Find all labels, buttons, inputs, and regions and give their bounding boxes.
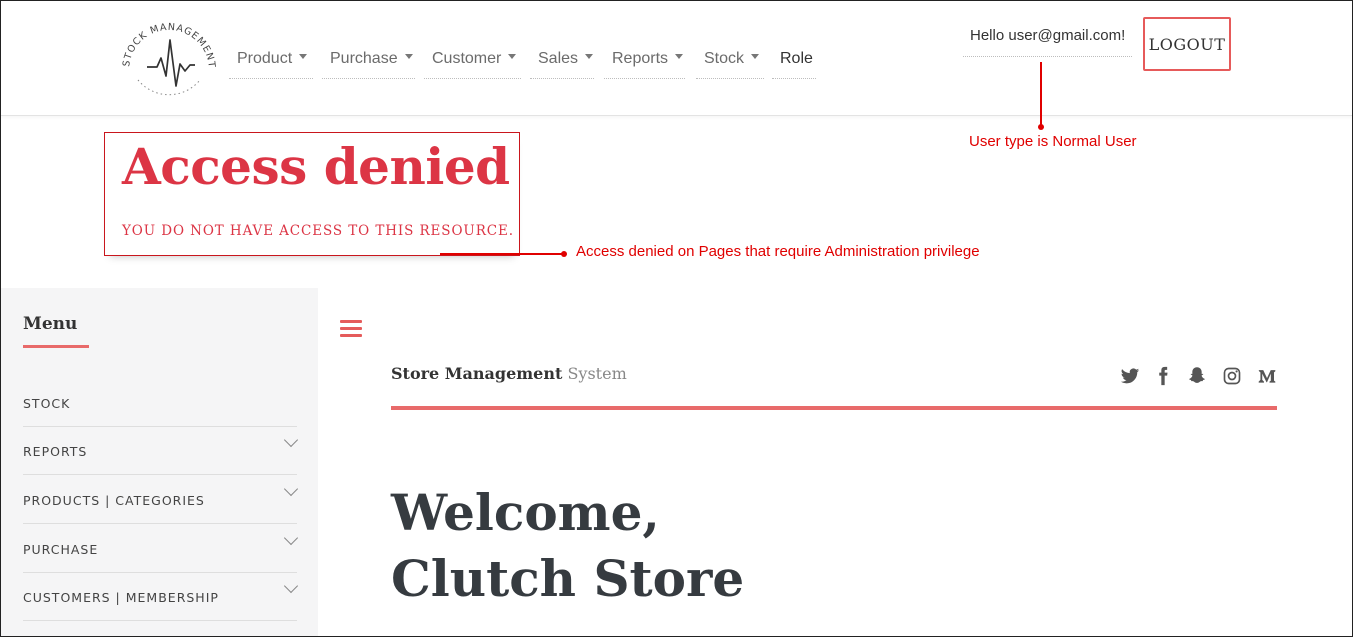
sidebar-item-stock[interactable]: STOCK (23, 379, 297, 427)
svg-text:STOCK MANAGEMENT SYSTEM: STOCK MANAGEMENT SYSTEM (116, 8, 217, 69)
caret-down-icon (751, 54, 760, 60)
store-brand-bold: Store Management (391, 364, 563, 383)
nav-item-product[interactable]: Product (229, 41, 313, 79)
nav-item-sales[interactable]: Sales (530, 41, 594, 79)
welcome-heading: Welcome, Clutch Store (391, 480, 744, 612)
medium-icon[interactable] (1257, 366, 1277, 386)
nav-item-label: Role (780, 50, 813, 67)
annotation-user-type: User type is Normal User (969, 133, 1137, 150)
annotation-dot-user (1038, 124, 1044, 130)
logout-button[interactable]: LOGOUT (1143, 17, 1231, 71)
annotation-dot-access (561, 251, 567, 257)
access-denied-title: Access denied (122, 137, 510, 196)
welcome-line-1: Welcome, (391, 483, 660, 542)
access-denied-panel: Access denied YOU DO NOT HAVE ACCESS TO … (104, 132, 520, 256)
chevron-down-icon (283, 530, 299, 546)
nav-item-label: Stock (704, 50, 745, 67)
sidebar-item-customers-membership[interactable]: CUSTOMERS | MEMBERSHIP (23, 573, 299, 621)
sidebar-item-label: STOCK (23, 396, 71, 411)
sidebar-item-purchase[interactable]: PURCHASE (23, 525, 299, 573)
nav-item-label: Purchase (330, 50, 398, 67)
caret-down-icon (585, 54, 594, 60)
twitter-icon[interactable] (1120, 366, 1140, 386)
caret-down-icon (404, 54, 413, 60)
chevron-down-icon (283, 432, 299, 448)
sidebar-item-label: CUSTOMERS | MEMBERSHIP (23, 590, 219, 605)
nav-item-label: Customer (432, 50, 502, 67)
sidebar-item-label: PURCHASE (23, 542, 99, 557)
access-denied-message: YOU DO NOT HAVE ACCESS TO THIS RESOURCE. (122, 223, 514, 239)
annotation-access-note: Access denied on Pages that require Admi… (576, 243, 980, 260)
top-navbar: STOCK MANAGEMENT SYSTEM Product Purchase C… (1, 0, 1352, 116)
nav-item-customer[interactable]: Customer (424, 41, 521, 79)
nav-item-label: Sales (538, 50, 579, 67)
chevron-down-icon (283, 578, 299, 594)
nav-item-purchase[interactable]: Purchase (322, 41, 415, 79)
welcome-line-2: Clutch Store (391, 549, 745, 608)
user-greeting: Hello user@gmail.com! (963, 19, 1133, 57)
sidebar: Menu STOCK REPORTS PRODUCTS | CATEGORIES PU… (1, 288, 318, 636)
instagram-icon[interactable] (1222, 366, 1242, 386)
sidebar-item-label: REPORTS (23, 444, 88, 459)
sidebar-item-label: PRODUCTS | CATEGORIES (23, 493, 205, 508)
chevron-down-icon (283, 481, 299, 497)
hamburger-menu-icon[interactable] (340, 320, 362, 339)
sidebar-item-reports[interactable]: REPORTS (23, 427, 299, 475)
nav-item-role[interactable]: Role (772, 41, 816, 79)
snapchat-icon[interactable] (1187, 366, 1207, 386)
annotation-leader-access (440, 253, 562, 255)
nav-item-stock[interactable]: Stock (696, 41, 764, 79)
annotation-leader-user (1040, 62, 1042, 126)
caret-down-icon (675, 54, 684, 60)
store-brand-light: System (567, 364, 627, 383)
logo[interactable]: STOCK MANAGEMENT SYSTEM (111, 0, 222, 110)
logo-text: STOCK MANAGEMENT SYSTEM (111, 0, 216, 69)
nav-item-label: Reports (612, 50, 669, 67)
nav-item-reports[interactable]: Reports (604, 41, 685, 79)
sidebar-item-products-categories[interactable]: PRODUCTS | CATEGORIES (23, 476, 299, 524)
menu-title: Menu (23, 314, 78, 334)
menu-title-underline (23, 345, 89, 348)
nav-item-label: Product (237, 50, 293, 67)
caret-down-icon (508, 54, 517, 60)
facebook-icon[interactable] (1153, 366, 1173, 386)
store-brand-title: Store Management System (391, 364, 627, 383)
content-header-divider (391, 406, 1277, 410)
caret-down-icon (299, 54, 308, 60)
